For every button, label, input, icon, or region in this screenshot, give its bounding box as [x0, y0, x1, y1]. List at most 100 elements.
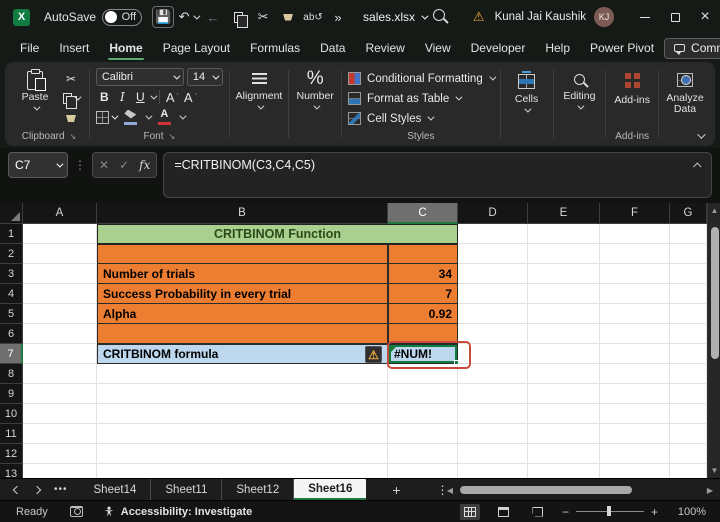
format-painter-button[interactable]: [59, 110, 83, 127]
cell-F8[interactable]: [600, 364, 670, 384]
format-painter-button[interactable]: [277, 6, 299, 28]
accessibility-status[interactable]: Accessibility: Investigate: [103, 506, 252, 518]
cell-G3[interactable]: [670, 264, 707, 284]
ribbon-tab-home[interactable]: Home: [99, 37, 152, 60]
vertical-scroll-thumb[interactable]: [710, 227, 719, 359]
cell-A6[interactable]: [23, 324, 97, 344]
row-header-4[interactable]: 4: [0, 284, 23, 304]
cell-G11[interactable]: [670, 424, 707, 444]
cell-A4[interactable]: [23, 284, 97, 304]
cell-E12[interactable]: [528, 444, 600, 464]
normal-view-button[interactable]: [459, 503, 480, 520]
cell-B11[interactable]: [97, 424, 388, 444]
zoom-slider[interactable]: [575, 506, 644, 517]
dialog-launcher-icon[interactable]: ↘: [70, 132, 77, 141]
dialog-launcher-icon[interactable]: ↘: [168, 132, 175, 141]
sheet-tab-sheet11[interactable]: Sheet11: [151, 479, 223, 500]
alignment-button[interactable]: Alignment: [236, 67, 282, 144]
ribbon-tab-power-pivot[interactable]: Power Pivot: [580, 37, 664, 59]
cell-D2[interactable]: [458, 244, 528, 264]
ribbon-tab-review[interactable]: Review: [355, 37, 414, 59]
notification-warning-icon[interactable]: ⚠: [473, 9, 485, 25]
number-button[interactable]: % Number: [295, 67, 335, 144]
cell-F1[interactable]: [600, 224, 670, 244]
cell-D11[interactable]: [458, 424, 528, 444]
autosave-toggle[interactable]: AutoSave Off: [44, 8, 143, 26]
cell-A8[interactable]: [23, 364, 97, 384]
excel-logo-icon[interactable]: X: [13, 8, 30, 26]
cell-D9[interactable]: [458, 384, 528, 404]
name-box[interactable]: C7: [8, 152, 68, 178]
scroll-down-icon[interactable]: ▼: [708, 466, 720, 475]
cell-E9[interactable]: [528, 384, 600, 404]
comments-button[interactable]: Comments: [664, 37, 720, 59]
cell-B10[interactable]: [97, 404, 388, 424]
editing-button[interactable]: Editing: [559, 67, 599, 144]
ribbon-tab-data[interactable]: Data: [310, 37, 355, 59]
autosave-switch[interactable]: Off: [102, 8, 143, 26]
scroll-up-icon[interactable]: ▲: [708, 206, 720, 215]
cell-F7[interactable]: [600, 344, 670, 364]
minimize-button[interactable]: [630, 0, 660, 34]
underline-button[interactable]: U: [132, 89, 149, 106]
row-header-2[interactable]: 2: [0, 244, 23, 264]
cell-C3[interactable]: 34: [388, 264, 458, 284]
cell-E1[interactable]: [528, 224, 600, 244]
copy-button[interactable]: [59, 90, 83, 109]
cell-E13[interactable]: [528, 464, 600, 478]
ribbon-tab-developer[interactable]: Developer: [461, 37, 536, 59]
sheet-tab-sheet12[interactable]: Sheet12: [222, 479, 295, 500]
cell-E8[interactable]: [528, 364, 600, 384]
cut-button[interactable]: ✂: [252, 6, 274, 28]
paste-button[interactable]: Paste: [15, 67, 55, 129]
cell-C11[interactable]: [388, 424, 458, 444]
cut-button[interactable]: ✂: [59, 70, 83, 87]
row-header-1[interactable]: 1: [0, 224, 23, 244]
cell-C12[interactable]: [388, 444, 458, 464]
cell-G13[interactable]: [670, 464, 707, 478]
cell-C7[interactable]: #NUM!: [387, 341, 471, 369]
ribbon-tab-file[interactable]: File: [10, 37, 49, 59]
cell-C2[interactable]: [388, 244, 458, 264]
cell-B3[interactable]: Number of trials: [97, 264, 388, 284]
cell-B4[interactable]: Success Probability in every trial: [97, 284, 388, 304]
row-header-7[interactable]: 7: [0, 344, 23, 364]
cell-D5[interactable]: [458, 304, 528, 324]
cell-G10[interactable]: [670, 404, 707, 424]
cell-G5[interactable]: [670, 304, 707, 324]
all-sheets-button[interactable]: •••: [54, 484, 68, 495]
cell-B5[interactable]: Alpha: [97, 304, 388, 324]
cell-C13[interactable]: [388, 464, 458, 478]
cell-F9[interactable]: [600, 384, 670, 404]
cell-E10[interactable]: [528, 404, 600, 424]
copy-button[interactable]: [227, 6, 249, 28]
row-header-8[interactable]: 8: [0, 364, 23, 384]
font-size-select[interactable]: 14: [186, 68, 223, 86]
cell-B8[interactable]: [97, 364, 388, 384]
ribbon-tab-formulas[interactable]: Formulas: [240, 37, 310, 59]
sheet-tab-sheet16[interactable]: Sheet16: [294, 479, 367, 500]
page-layout-view-button[interactable]: [494, 504, 514, 520]
maximize-button[interactable]: [660, 0, 690, 34]
cell-A13[interactable]: [23, 464, 97, 478]
horizontal-scrollbar[interactable]: ◀ ▶: [444, 483, 716, 497]
collapse-formula-bar-button[interactable]: [693, 162, 702, 171]
cell-E4[interactable]: [528, 284, 600, 304]
cell-A11[interactable]: [23, 424, 97, 444]
cell-F13[interactable]: [600, 464, 670, 478]
undo-button[interactable]: ↶: [177, 6, 200, 28]
column-header-E[interactable]: E: [528, 203, 600, 224]
column-header-D[interactable]: D: [458, 203, 528, 224]
cell-A1[interactable]: [23, 224, 97, 244]
row-header-6[interactable]: 6: [0, 324, 23, 344]
cell-A9[interactable]: [23, 384, 97, 404]
addins-button[interactable]: Add-ins: [612, 67, 652, 129]
ribbon-tab-insert[interactable]: Insert: [49, 37, 99, 59]
cell-D7[interactable]: [458, 344, 528, 364]
cell-G6[interactable]: [670, 324, 707, 344]
cell-F3[interactable]: [600, 264, 670, 284]
cell-F2[interactable]: [600, 244, 670, 264]
font-name-select[interactable]: Calibri: [95, 68, 184, 86]
cell-A10[interactable]: [23, 404, 97, 424]
sheet-tab-sheet14[interactable]: Sheet14: [80, 479, 152, 500]
